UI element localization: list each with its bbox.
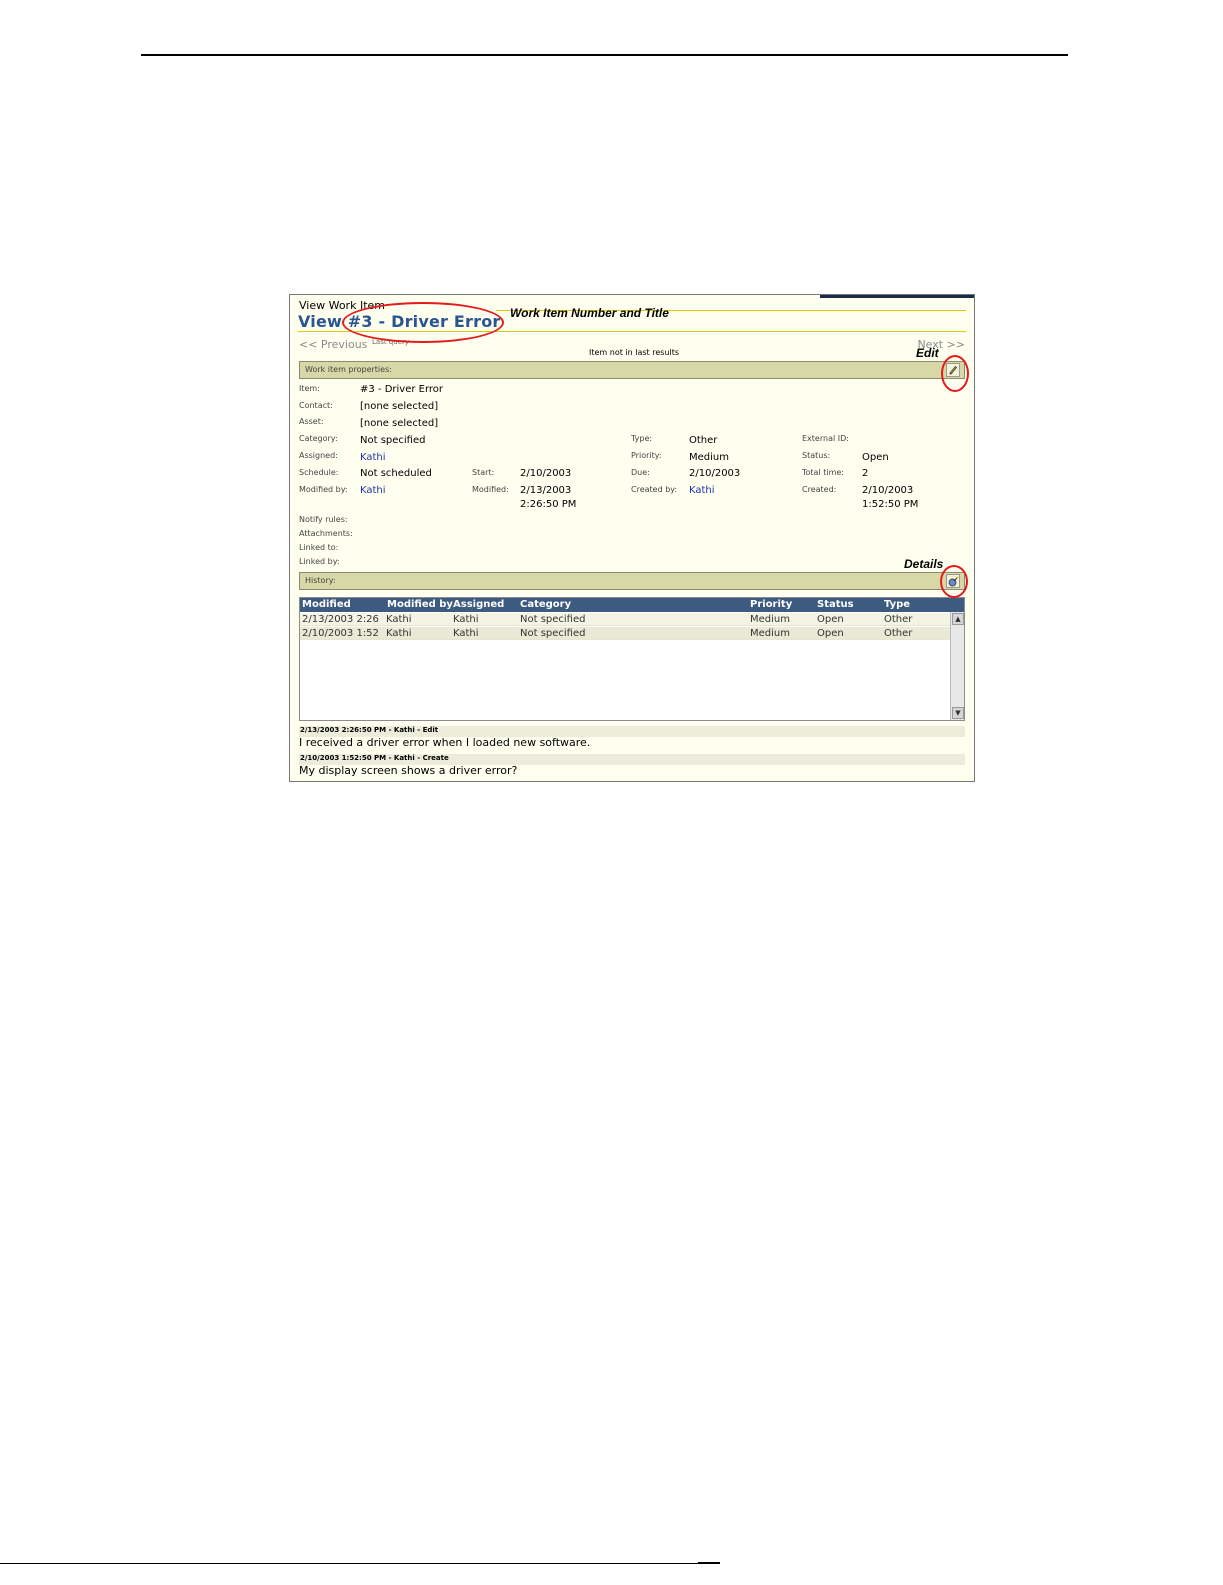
table-row[interactable]: 2/13/2003 2:26 Kathi Kathi Not specified… — [300, 613, 950, 626]
column-header-category[interactable]: Category — [520, 599, 571, 610]
start-value: 2/10/2003 — [520, 468, 572, 479]
category-label: Category: — [299, 434, 338, 443]
linked-by-label: Linked by: — [299, 557, 340, 566]
results-notice: Item not in last results — [589, 348, 680, 357]
page-bottom-rule — [0, 1563, 720, 1564]
modified-label: Modified: — [472, 485, 509, 494]
cell-category: Not specified — [520, 614, 586, 625]
total-time-value: 2 — [862, 468, 869, 479]
schedule-label: Schedule: — [299, 468, 339, 477]
details-callout: Details — [904, 557, 944, 571]
note-header-text: 2/10/2003 1:52:50 PM - Kathi - Create — [300, 754, 449, 762]
external-id-label: External ID: — [802, 434, 849, 443]
column-header-modified[interactable]: Modified — [302, 599, 351, 610]
created-by-link[interactable]: Kathi — [689, 484, 715, 497]
properties-header: Work item properties: — [299, 361, 965, 379]
column-header-type[interactable]: Type — [884, 599, 910, 610]
type-value: Other — [689, 435, 718, 446]
history-header-label: History: — [305, 576, 336, 585]
table-row[interactable]: 2/10/2003 1:52 Kathi Kathi Not specified… — [300, 627, 950, 640]
notify-rules-label: Notify rules: — [299, 515, 348, 524]
status-value: Open — [862, 452, 889, 463]
cell-assigned: Kathi — [453, 628, 479, 639]
contact-label: Contact: — [299, 401, 333, 410]
edit-callout: Edit — [916, 346, 939, 360]
status-label: Status: — [802, 451, 831, 460]
cell-modified-by: Kathi — [386, 628, 412, 639]
contact-value: [none selected] — [360, 401, 439, 412]
asset-value: [none selected] — [360, 418, 439, 429]
previous-link[interactable]: << Previous — [299, 338, 367, 351]
cell-type: Other — [884, 614, 913, 625]
item-label: Item: — [299, 384, 320, 393]
cell-modified-by: Kathi — [386, 614, 412, 625]
cell-modified: 2/10/2003 1:52 — [302, 628, 379, 639]
properties-header-label: Work item properties: — [305, 365, 392, 374]
start-label: Start: — [472, 468, 495, 477]
title-highlight-ellipse — [342, 302, 504, 343]
type-label: Type: — [631, 434, 653, 443]
window-top-bar — [820, 295, 974, 298]
screenshot-frame: View Work Item View #3 - Driver Error <<… — [289, 294, 975, 782]
scroll-up-button[interactable]: ▲ — [952, 613, 964, 625]
total-time-label: Total time: — [802, 468, 844, 477]
modified-date: 2/13/2003 — [520, 485, 572, 496]
due-value: 2/10/2003 — [689, 468, 741, 479]
scroll-down-button[interactable]: ▼ — [952, 707, 964, 719]
assigned-label: Assigned: — [299, 451, 338, 460]
priority-label: Priority: — [631, 451, 662, 460]
category-value: Not specified — [360, 435, 426, 446]
history-header: History: — [299, 572, 965, 590]
cell-status: Open — [817, 614, 844, 625]
cell-priority: Medium — [750, 628, 790, 639]
column-header-priority[interactable]: Priority — [750, 599, 792, 610]
created-time: 1:52:50 PM — [862, 499, 919, 510]
cell-assigned: Kathi — [453, 614, 479, 625]
column-header-status[interactable]: Status — [817, 599, 854, 610]
created-by-label: Created by: — [631, 485, 678, 494]
created-label: Created: — [802, 485, 837, 494]
edit-highlight-ellipse — [941, 355, 969, 392]
history-table-header: Modified Modified by Assigned Category P… — [300, 598, 964, 612]
schedule-value: Not scheduled — [360, 468, 432, 479]
details-highlight-ellipse — [940, 565, 968, 598]
title-callout: Work Item Number and Title — [510, 306, 669, 320]
column-header-assigned[interactable]: Assigned — [453, 599, 504, 610]
item-value: #3 - Driver Error — [360, 384, 444, 395]
asset-label: Asset: — [299, 417, 324, 426]
column-header-modified-by[interactable]: Modified by — [387, 599, 453, 610]
linked-to-label: Linked to: — [299, 543, 339, 552]
cell-type: Other — [884, 628, 913, 639]
cell-category: Not specified — [520, 628, 586, 639]
history-scrollbar[interactable]: ▲ ▼ — [950, 612, 964, 720]
priority-value: Medium — [689, 452, 729, 463]
note-text: I received a driver error when I loaded … — [299, 736, 591, 749]
cell-status: Open — [817, 628, 844, 639]
attachments-label: Attachments: — [299, 529, 353, 538]
modified-by-link[interactable]: Kathi — [360, 484, 386, 497]
modified-time: 2:26:50 PM — [520, 499, 577, 510]
cell-priority: Medium — [750, 614, 790, 625]
cell-modified: 2/13/2003 2:26 — [302, 614, 379, 625]
created-date: 2/10/2003 — [862, 485, 914, 496]
due-label: Due: — [631, 468, 650, 477]
note-header-text: 2/13/2003 2:26:50 PM - Kathi - Edit — [300, 726, 439, 734]
assigned-link[interactable]: Kathi — [360, 451, 386, 464]
modified-by-label: Modified by: — [299, 485, 348, 494]
page-bottom-tick — [698, 1562, 720, 1564]
note-text: My display screen shows a driver error? — [299, 764, 518, 777]
history-table: Modified Modified by Assigned Category P… — [299, 597, 965, 721]
page-top-rule — [141, 54, 1068, 56]
